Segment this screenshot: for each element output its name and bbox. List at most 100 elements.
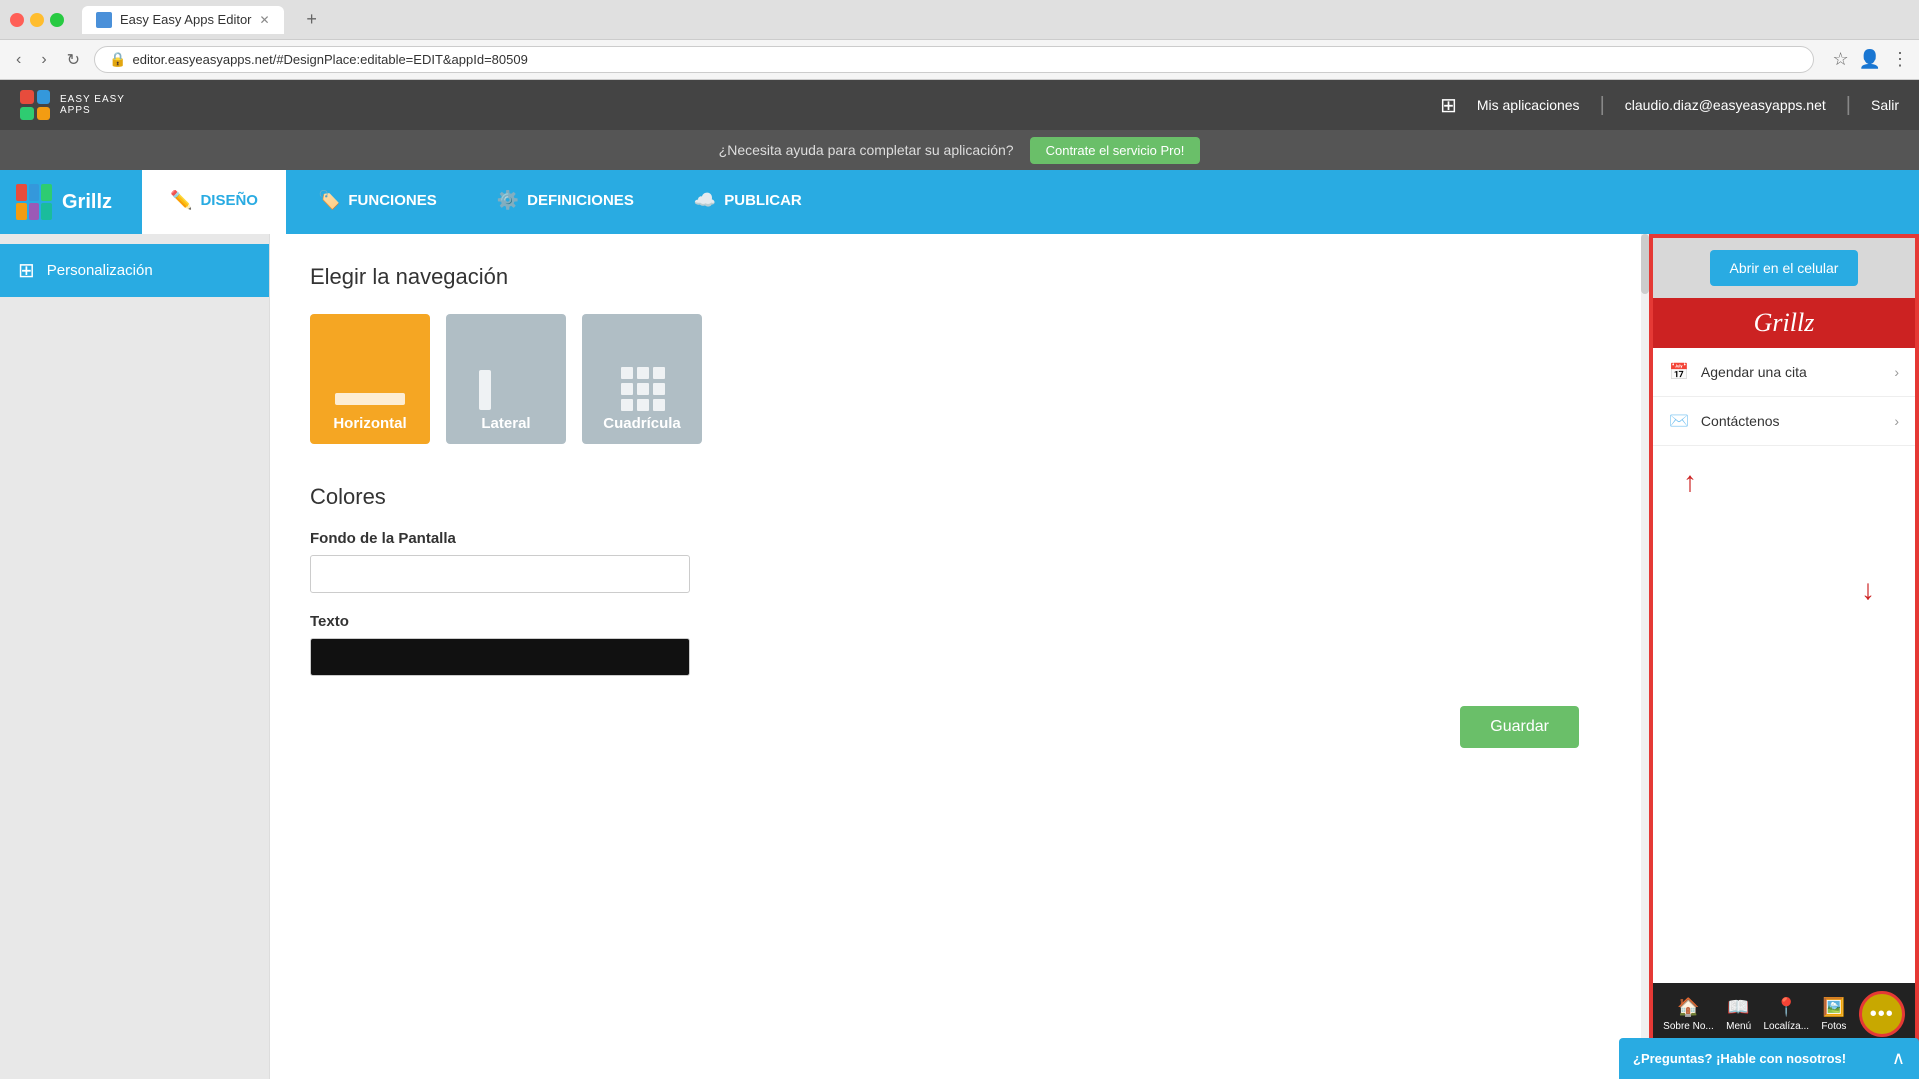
sidebar-label-personalizacion: Personalización xyxy=(47,262,153,279)
close-dot[interactable] xyxy=(10,13,24,27)
localiza-icon: 📍 xyxy=(1775,997,1797,1018)
logo-cell-2 xyxy=(37,90,51,104)
grid-cell-5 xyxy=(637,383,649,395)
texto-label: Texto xyxy=(310,613,1609,630)
grid-cell-9 xyxy=(653,399,665,411)
apps-grid-icon: ⊞ xyxy=(1440,93,1457,118)
new-tab-button[interactable]: + xyxy=(298,6,326,34)
app-icon-cell-4 xyxy=(16,203,27,220)
logo-cell-4 xyxy=(37,107,51,121)
menu-icon: 📖 xyxy=(1727,997,1749,1018)
scroll-down-arrow-icon: ↓ xyxy=(1861,574,1875,606)
funciones-icon: 🏷️ xyxy=(318,190,340,211)
chat-header: ¿Preguntas? ¡Hable con nosotros! ∧ xyxy=(1619,1038,1919,1079)
more-button[interactable]: ••• xyxy=(1859,991,1905,1037)
tab-close-button[interactable]: ✕ xyxy=(260,13,270,27)
chat-title: ¿Preguntas? ¡Hable con nosotros! xyxy=(1633,1051,1846,1066)
tab-publicar[interactable]: ☁️ PUBLICAR xyxy=(666,170,830,234)
chat-toggle-button[interactable]: ∧ xyxy=(1892,1048,1905,1069)
bookmark-button[interactable]: ☆ xyxy=(1832,49,1848,70)
lateral-bar-icon xyxy=(479,370,491,410)
tab-publicar-label: PUBLICAR xyxy=(724,192,802,209)
content-area: Elegir la navegación Horizontal Lateral xyxy=(270,234,1649,1079)
minimize-dot[interactable] xyxy=(30,13,44,27)
contactenos-label: Contáctenos xyxy=(1701,413,1780,429)
definiciones-icon: ⚙️ xyxy=(497,190,519,211)
tab-diseno[interactable]: ✏️ DISEÑO xyxy=(142,170,286,234)
tab-definiciones-label: DEFINICIONES xyxy=(527,192,634,209)
tab-title: Easy Easy Apps Editor xyxy=(120,12,252,27)
browser-titlebar: Easy Easy Apps Editor ✕ + xyxy=(0,0,1919,40)
tab-definiciones[interactable]: ⚙️ DEFINICIONES xyxy=(469,170,662,234)
forward-button[interactable]: › xyxy=(35,47,52,73)
texto-input[interactable] xyxy=(310,638,690,676)
app-name: Grillz xyxy=(62,191,112,214)
top-navbar: EASY EASY APPS ⊞ Mis aplicaciones | clau… xyxy=(0,80,1919,130)
grid-cell-3 xyxy=(653,367,665,379)
app-icon-cell-1 xyxy=(16,184,27,201)
nav-options: Horizontal Lateral xyxy=(310,314,1609,444)
grid-cell-8 xyxy=(637,399,649,411)
grid-cell-4 xyxy=(621,383,633,395)
grid-cell-1 xyxy=(621,367,633,379)
logo-cell-1 xyxy=(20,90,34,104)
refresh-button[interactable]: ↻ xyxy=(61,46,86,74)
app-icon-area: Grillz xyxy=(16,184,112,220)
agendar-arrow-icon: › xyxy=(1894,364,1899,380)
promo-cta-button[interactable]: Contrate el servicio Pro! xyxy=(1030,137,1201,164)
scrollbar-thumb[interactable] xyxy=(1641,234,1649,294)
promo-banner: ¿Necesita ayuda para completar su aplica… xyxy=(0,130,1919,170)
scroll-up-arrow-icon: ↑ xyxy=(1683,466,1697,498)
diseno-icon: ✏️ xyxy=(170,190,192,211)
agendar-icon: 📅 xyxy=(1669,362,1689,382)
app-icon-cell-3 xyxy=(41,184,52,201)
bottom-bar-sobre[interactable]: 🏠 Sobre No... xyxy=(1663,997,1714,1032)
contactenos-arrow-icon: › xyxy=(1894,413,1899,429)
app-tabs: ✏️ DISEÑO 🏷️ FUNCIONES ⚙️ DEFINICIONES ☁… xyxy=(142,170,1903,234)
fondo-wrapper: Fondo de la Pantalla xyxy=(310,530,1609,593)
fondo-label: Fondo de la Pantalla xyxy=(310,530,1609,547)
nav-option-cuadricula[interactable]: Cuadrícula xyxy=(582,314,702,444)
open-in-phone-button[interactable]: Abrir en el celular xyxy=(1710,250,1859,286)
scrollbar-track[interactable] xyxy=(1641,234,1649,1079)
tab-funciones[interactable]: 🏷️ FUNCIONES xyxy=(290,170,465,234)
url-display: editor.easyeasyapps.net/#DesignPlace:edi… xyxy=(133,52,528,67)
grid-cell-6 xyxy=(653,383,665,395)
colors-section: Colores Fondo de la Pantalla Texto xyxy=(310,484,1609,676)
profile-button[interactable]: 👤 xyxy=(1859,49,1881,70)
preview-app-title: Grillz xyxy=(1669,308,1899,338)
bottom-bar-localiza[interactable]: 📍 Localíza... xyxy=(1763,997,1809,1032)
user-email: claudio.diaz@easyeasyapps.net xyxy=(1625,97,1826,113)
personalizacion-icon: ⊞ xyxy=(18,258,35,283)
horizontal-icon xyxy=(335,393,405,405)
sobre-label: Sobre No... xyxy=(1663,1021,1714,1032)
promo-text: ¿Necesita ayuda para completar su aplica… xyxy=(719,142,1014,158)
tab-diseno-label: DISEÑO xyxy=(200,192,258,209)
nav-option-horizontal[interactable]: Horizontal xyxy=(310,314,430,444)
navigation-title: Elegir la navegación xyxy=(310,264,1609,290)
preview-menu-item-1[interactable]: 📅 Agendar una cita › xyxy=(1653,348,1915,397)
tab-favicon xyxy=(96,12,112,28)
back-button[interactable]: ‹ xyxy=(10,47,27,73)
grid-icon-wrapper xyxy=(617,363,667,415)
grid-cell-7 xyxy=(621,399,633,411)
horizontal-label: Horizontal xyxy=(333,415,406,432)
more-dots-icon: ••• xyxy=(1870,1003,1894,1026)
save-btn-area: Guardar xyxy=(310,706,1609,748)
contactenos-icon: ✉️ xyxy=(1669,411,1689,431)
logo-text: EASY EASY APPS xyxy=(60,94,125,116)
app-icon-cell-6 xyxy=(41,203,52,220)
maximize-dot[interactable] xyxy=(50,13,64,27)
preview-menu-item-2[interactable]: ✉️ Contáctenos › xyxy=(1653,397,1915,446)
menu-button[interactable]: ⋮ xyxy=(1891,49,1909,70)
sidebar-item-personalizacion[interactable]: ⊞ Personalización xyxy=(0,244,269,297)
save-button[interactable]: Guardar xyxy=(1460,706,1579,748)
fondo-input[interactable] xyxy=(310,555,690,593)
salir-button[interactable]: Salir xyxy=(1871,97,1899,113)
localiza-label: Localíza... xyxy=(1763,1021,1809,1032)
mis-aplicaciones-link[interactable]: Mis aplicaciones xyxy=(1477,97,1580,113)
bottom-bar-fotos[interactable]: 🖼️ Fotos xyxy=(1821,997,1846,1032)
logo-area: EASY EASY APPS xyxy=(20,90,125,120)
bottom-bar-menu[interactable]: 📖 Menú xyxy=(1726,997,1751,1032)
nav-option-lateral[interactable]: Lateral xyxy=(446,314,566,444)
